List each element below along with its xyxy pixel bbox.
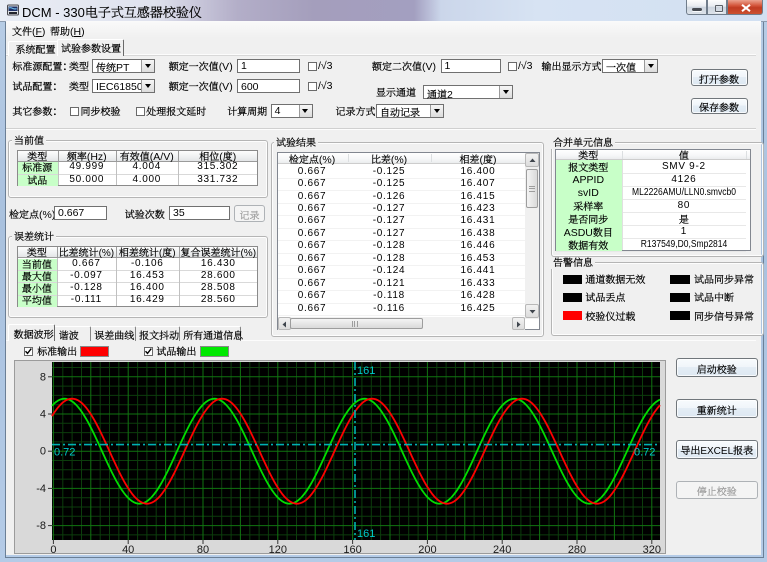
svg-text:240: 240 [493,544,511,554]
svg-text:4: 4 [40,409,46,421]
svg-text:320: 320 [643,544,661,554]
svg-text:80: 80 [197,544,209,554]
svg-text:160: 160 [343,544,361,554]
svg-text:40: 40 [122,544,134,554]
svg-text:200: 200 [418,544,436,554]
svg-text:120: 120 [269,544,287,554]
svg-text:0: 0 [50,544,56,554]
svg-text:161: 161 [357,528,375,540]
svg-text:-4: -4 [36,483,46,495]
svg-text:-8: -8 [36,520,46,532]
svg-text:280: 280 [568,544,586,554]
svg-text:0.72: 0.72 [54,447,75,459]
svg-text:0: 0 [40,446,46,458]
svg-text:0.72: 0.72 [634,447,655,459]
svg-text:161: 161 [357,365,375,377]
svg-text:8: 8 [40,371,46,383]
